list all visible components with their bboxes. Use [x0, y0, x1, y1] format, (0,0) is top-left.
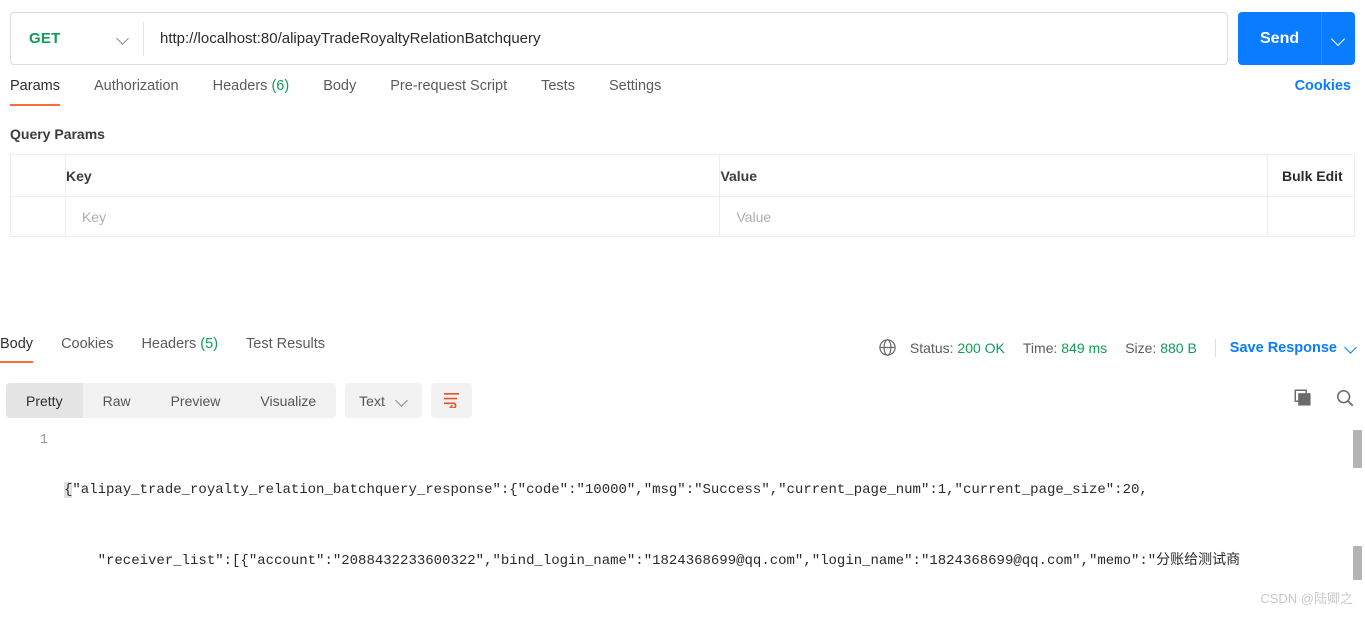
- chevron-down-icon: [1333, 33, 1344, 44]
- view-mode-preview[interactable]: Preview: [151, 383, 241, 418]
- response-meta: Status: 200 OK Time: 849 ms Size: 880 B …: [878, 338, 1357, 357]
- tab-authorization-label: Authorization: [93, 78, 179, 94]
- word-wrap-icon: [442, 391, 461, 411]
- response-body-editor[interactable]: 1 {"alipay_trade_royalty_relation_batchq…: [0, 426, 1365, 586]
- url-bar: GET: [10, 12, 1228, 65]
- chevron-down-icon: [397, 395, 408, 406]
- view-mode-visualize[interactable]: Visualize: [240, 383, 336, 418]
- chevron-down-icon: [1346, 342, 1357, 353]
- time-indicator: Time: 849 ms: [1023, 340, 1107, 356]
- row-checkbox-cell: [10, 196, 66, 237]
- size-label: Size:: [1125, 339, 1157, 356]
- response-tab-test-results[interactable]: Test Results: [246, 336, 325, 362]
- tab-headers-label: Headers: [212, 78, 268, 94]
- line-number: 1: [39, 432, 48, 448]
- word-wrap-button[interactable]: [430, 383, 472, 418]
- size-indicator: Size: 880 B: [1125, 340, 1197, 356]
- tab-body[interactable]: Body: [323, 78, 356, 104]
- view-mode-group: Pretty Raw Preview Visualize: [6, 383, 337, 418]
- time-label: Time:: [1022, 339, 1058, 356]
- response-tab-body-label: Body: [0, 336, 34, 352]
- status-label: Status:: [909, 339, 954, 356]
- tab-tests[interactable]: Tests: [541, 78, 575, 104]
- response-body-code[interactable]: {"alipay_trade_royalty_relation_batchque…: [64, 432, 1345, 619]
- response-format-select[interactable]: Text: [345, 383, 422, 418]
- size-value: 880 B: [1160, 339, 1197, 356]
- status-value: 200 OK: [957, 339, 1005, 356]
- response-tab-cookies[interactable]: Cookies: [61, 336, 113, 362]
- row-value-cell: [719, 196, 1269, 237]
- time-value: 849 ms: [1061, 339, 1108, 356]
- response-tab-headers[interactable]: Headers (5): [141, 336, 218, 362]
- line-number-gutter: 1: [0, 426, 64, 586]
- postman-window: GET Send Params Authorization Headers (6…: [0, 0, 1365, 619]
- row-actions-cell: [1267, 196, 1355, 237]
- tab-body-label: Body: [323, 78, 357, 94]
- column-header-key: Key: [64, 154, 721, 197]
- response-view-toolbar: Pretty Raw Preview Visualize Text: [6, 383, 472, 418]
- http-method-select[interactable]: GET: [11, 13, 143, 64]
- code-line-2: "receiver_list":[{"account":"20884322336…: [64, 552, 1241, 569]
- request-tabs: Params Authorization Headers (6) Body Pr…: [10, 78, 1355, 112]
- tab-headers-count: (6): [271, 78, 290, 94]
- chevron-down-icon: [118, 33, 129, 44]
- status-indicator: Status: 200 OK: [910, 340, 1005, 356]
- tab-headers[interactable]: Headers (6): [213, 78, 290, 104]
- code-line-1: {"alipay_trade_royalty_relation_batchque…: [64, 482, 1148, 498]
- response-tab-test-results-label: Test Results: [246, 336, 326, 352]
- divider: [1214, 338, 1216, 357]
- cookies-link[interactable]: Cookies: [1295, 78, 1355, 94]
- tab-settings[interactable]: Settings: [609, 78, 661, 104]
- bulk-edit-button[interactable]: Bulk Edit: [1267, 154, 1355, 197]
- search-icon[interactable]: [1335, 388, 1355, 408]
- view-mode-pretty[interactable]: Pretty: [6, 383, 83, 418]
- response-tab-cookies-label: Cookies: [61, 336, 114, 352]
- tab-params[interactable]: Params: [10, 78, 60, 106]
- send-options-button[interactable]: [1321, 12, 1355, 65]
- tab-settings-label: Settings: [608, 78, 662, 94]
- query-params-title: Query Params: [10, 126, 105, 142]
- param-key-input[interactable]: [65, 197, 720, 236]
- select-all-cell: [10, 154, 66, 197]
- response-format-label: Text: [359, 392, 385, 409]
- tab-pre-request-script-label: Pre-request Script: [390, 78, 508, 94]
- copy-icon[interactable]: [1293, 388, 1313, 408]
- view-mode-raw[interactable]: Raw: [83, 383, 151, 418]
- tab-tests-label: Tests: [541, 78, 575, 94]
- send-button[interactable]: Send: [1238, 12, 1322, 65]
- row-key-cell: [64, 196, 721, 237]
- response-actions: [1293, 388, 1355, 408]
- tab-pre-request-script[interactable]: Pre-request Script: [390, 78, 507, 104]
- vertical-scrollbar-thumb[interactable]: [1353, 430, 1362, 468]
- request-url-row: GET Send: [10, 12, 1355, 65]
- response-tab-body[interactable]: Body: [0, 336, 34, 363]
- tab-params-label: Params: [10, 78, 60, 94]
- table-row: [10, 196, 1355, 237]
- save-response-button[interactable]: Save Response: [1230, 340, 1357, 356]
- globe-icon: [878, 338, 897, 357]
- tab-authorization[interactable]: Authorization: [94, 78, 179, 104]
- column-header-value: Value: [719, 154, 1269, 197]
- table-header-row: Key Value Bulk Edit: [10, 154, 1355, 197]
- watermark: CSDN @陆卿之: [1260, 591, 1353, 606]
- save-response-label: Save Response: [1229, 339, 1337, 356]
- param-value-input[interactable]: [720, 197, 1268, 236]
- response-tab-headers-count: (5): [200, 336, 219, 352]
- url-input[interactable]: [144, 14, 1227, 63]
- code-line-1-text: "alipay_trade_royalty_relation_batchquer…: [72, 482, 1148, 498]
- send-button-group: Send: [1238, 12, 1355, 65]
- query-params-table: Key Value Bulk Edit: [10, 154, 1355, 237]
- response-tab-headers-label: Headers: [141, 336, 197, 352]
- http-method-label: GET: [29, 30, 61, 47]
- vertical-scrollbar-thumb-lower[interactable]: [1353, 546, 1362, 580]
